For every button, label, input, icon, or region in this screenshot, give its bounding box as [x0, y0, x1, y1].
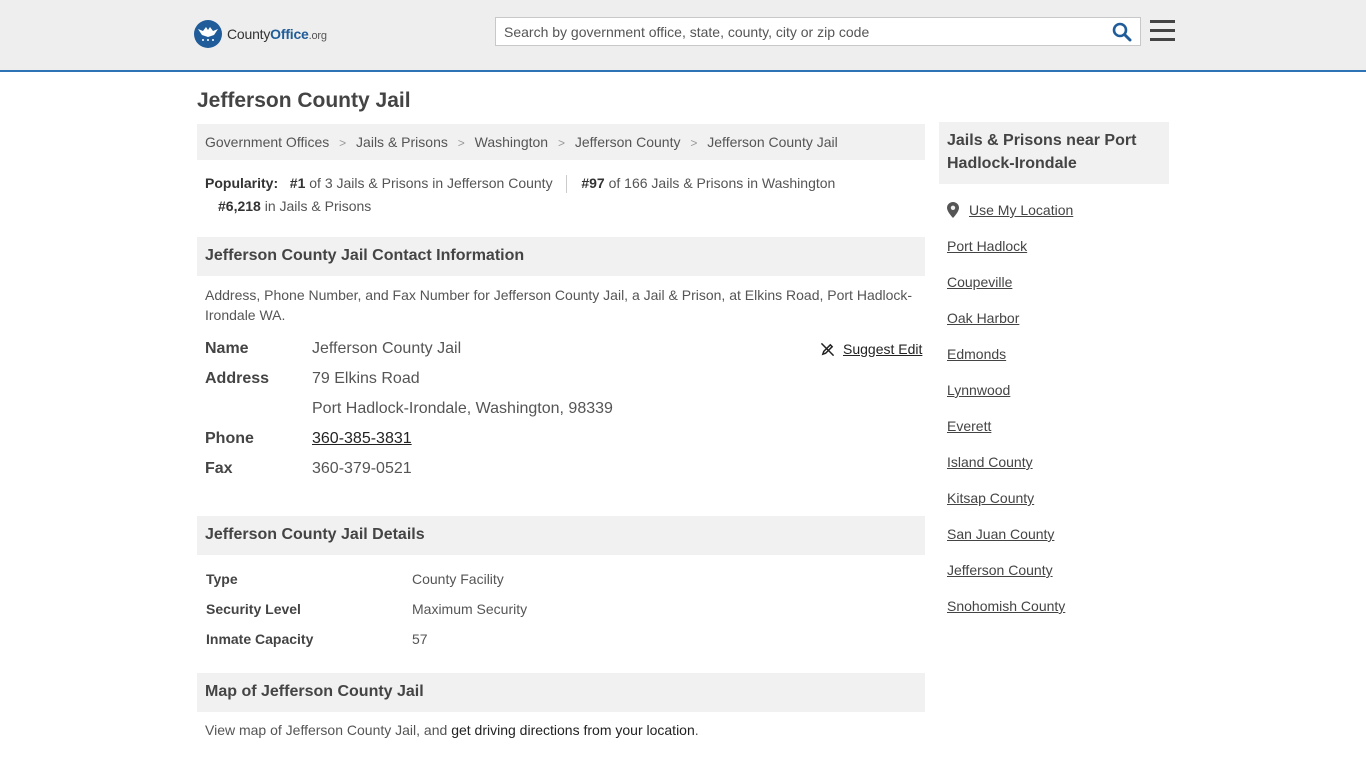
suggest-edit[interactable]: Suggest Edit — [820, 341, 922, 357]
popularity-block: Popularity: #1 of 3 Jails & Prisons in J… — [205, 172, 925, 218]
sidebar-item-oak-harbor[interactable]: Oak Harbor — [947, 310, 1019, 326]
popularity-label: Popularity: — [205, 175, 279, 191]
location-pin-icon — [947, 202, 959, 218]
detail-value: County Facility — [412, 571, 504, 587]
suggest-edit-link[interactable]: Suggest Edit — [843, 341, 922, 357]
breadcrumb-jails-prisons[interactable]: Jails & Prisons — [356, 134, 448, 150]
sidebar-item-lynnwood[interactable]: Lynnwood — [947, 382, 1010, 398]
chevron-right-icon: > — [690, 136, 698, 150]
sidebar-item-kitsap-county[interactable]: Kitsap County — [947, 490, 1034, 506]
site-logo[interactable]: CountyOffice.org — [194, 20, 327, 48]
logo-eagle-icon — [194, 20, 222, 48]
sidebar-link[interactable]: Jefferson County — [947, 562, 1053, 578]
sidebar-item-island-county[interactable]: Island County — [947, 454, 1033, 470]
popularity-rank-national: #6,218 — [218, 198, 261, 214]
fax-label: Fax — [205, 460, 233, 477]
sidebar-link[interactable]: Kitsap County — [947, 490, 1034, 506]
search-input[interactable] — [496, 18, 1106, 45]
sidebar-item-coupeville[interactable]: Coupeville — [947, 274, 1012, 290]
map-text: View map of Jefferson County Jail, and — [205, 722, 452, 738]
popularity-rank-national-text: in Jails & Prisons — [264, 198, 372, 214]
sidebar-item-snohomish-county[interactable]: Snohomish County — [947, 598, 1065, 614]
sidebar-link[interactable]: Island County — [947, 454, 1033, 470]
name-value: Jefferson County Jail — [312, 340, 462, 357]
address-line-2: Port Hadlock-Irondale, Washington, 98339 — [312, 400, 613, 417]
logo-text: CountyOffice.org — [227, 26, 327, 42]
sidebar-link[interactable]: San Juan County — [947, 526, 1054, 542]
search-box — [495, 17, 1141, 46]
contact-description: Address, Phone Number, and Fax Number fo… — [205, 287, 913, 323]
fax-value: 360-379-0521 — [312, 460, 412, 477]
map-description: View map of Jefferson County Jail, and g… — [205, 722, 699, 738]
popularity-rank-county-text: of 3 Jails & Prisons in Jefferson County — [309, 175, 553, 191]
page-title: Jefferson County Jail — [197, 89, 411, 112]
detail-label: Security Level — [206, 601, 301, 617]
breadcrumb-washington[interactable]: Washington — [475, 134, 548, 150]
chevron-right-icon: > — [339, 136, 347, 150]
sidebar-link[interactable]: Edmonds — [947, 346, 1006, 362]
chevron-right-icon: > — [557, 136, 565, 150]
phone-link[interactable]: 360-385-3831 — [312, 430, 412, 448]
use-my-location-link[interactable]: Use My Location — [969, 202, 1073, 218]
divider — [566, 175, 568, 194]
map-text-end: . — [694, 722, 699, 738]
sidebar-link[interactable]: Oak Harbor — [947, 310, 1019, 326]
details-heading: Jefferson County Jail Details — [197, 516, 925, 555]
breadcrumb: Government Offices > Jails & Prisons > W… — [197, 124, 925, 160]
site-header: CountyOffice.org — [0, 0, 1366, 72]
detail-value: Maximum Security — [412, 601, 528, 617]
detail-label: Inmate Capacity — [206, 631, 314, 647]
sidebar-item-everett[interactable]: Everett — [947, 418, 991, 434]
popularity-rank-county: #1 — [289, 175, 306, 191]
driving-directions-link[interactable]: get driving directions from your locatio… — [451, 722, 695, 738]
name-label: Name — [205, 340, 249, 357]
sidebar-link[interactable]: Lynnwood — [947, 382, 1010, 398]
breadcrumb-government-offices[interactable]: Government Offices — [205, 134, 329, 150]
sidebar-item-edmonds[interactable]: Edmonds — [947, 346, 1006, 362]
sidebar-link[interactable]: Snohomish County — [947, 598, 1065, 614]
popularity-rank-state: #97 — [581, 175, 605, 191]
sidebar-link[interactable]: Coupeville — [947, 274, 1012, 290]
sidebar-link[interactable]: Port Hadlock — [947, 238, 1027, 254]
phone-label: Phone — [205, 430, 254, 447]
breadcrumb-jefferson-county[interactable]: Jefferson County — [575, 134, 681, 150]
edit-off-icon — [820, 342, 835, 356]
hamburger-menu-icon[interactable] — [1150, 20, 1176, 42]
sidebar-heading: Jails & Prisons near Port Hadlock-Ironda… — [939, 122, 1169, 184]
chevron-right-icon: > — [457, 136, 465, 150]
map-heading: Map of Jefferson County Jail — [197, 673, 925, 712]
sidebar-item-san-juan-county[interactable]: San Juan County — [947, 526, 1054, 542]
address-label: Address — [205, 370, 270, 387]
search-icon[interactable] — [1112, 22, 1134, 42]
breadcrumb-current: Jefferson County Jail — [707, 134, 838, 150]
popularity-rank-state-text: of 166 Jails & Prisons in Washington — [608, 175, 836, 191]
use-my-location[interactable]: Use My Location — [947, 202, 1073, 218]
detail-label: Type — [206, 571, 238, 587]
address-line-1: 79 Elkins Road — [312, 370, 420, 387]
sidebar-link[interactable]: Everett — [947, 418, 991, 434]
sidebar-item-port-hadlock[interactable]: Port Hadlock — [947, 238, 1027, 254]
contact-heading: Jefferson County Jail Contact Informatio… — [197, 237, 925, 276]
sidebar-item-jefferson-county[interactable]: Jefferson County — [947, 562, 1053, 578]
detail-value: 57 — [412, 631, 428, 647]
